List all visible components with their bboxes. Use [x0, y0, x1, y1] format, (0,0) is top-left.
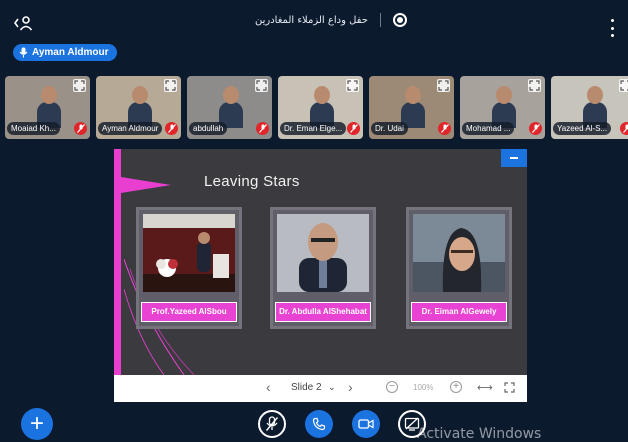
mic-off-icon — [529, 122, 542, 135]
expand-video-button[interactable] — [619, 79, 628, 92]
meeting-title: حفل وداع الزملاء المغادرين — [255, 14, 368, 26]
star-photo-1 — [143, 214, 235, 292]
expand-icon — [165, 80, 176, 91]
participant-figure — [219, 84, 243, 128]
mic-off-icon — [620, 122, 628, 135]
slide-accent-arrow — [121, 177, 171, 193]
star-name-1: Prof.Yazeed AlSbou — [141, 302, 237, 322]
participant-name: Moaiad Kh... — [7, 122, 60, 135]
participant-figure — [492, 84, 516, 128]
zoom-in-button[interactable]: + — [450, 381, 462, 393]
fit-to-width-button[interactable]: ⟷ — [477, 381, 493, 394]
mic-off-icon — [165, 122, 178, 135]
star-name-3: Dr. Eiman AlGewely — [411, 302, 507, 322]
next-slide-button[interactable]: › — [348, 379, 353, 395]
fullscreen-button[interactable] — [504, 382, 515, 396]
participant-figure — [37, 84, 61, 128]
participant-tile[interactable]: Dr. Eman Elge... — [278, 76, 363, 139]
participant-name: Dr. Eman Elge... — [280, 122, 347, 135]
talking-indicator: Ayman Aldmour — [13, 44, 117, 61]
expand-icon — [74, 80, 85, 91]
mic-off-icon — [74, 122, 87, 135]
slide-accent-bar — [114, 149, 121, 375]
camera-toggle-button[interactable] — [352, 410, 380, 438]
participant-figure — [128, 84, 152, 128]
participant-figure — [583, 84, 607, 128]
participant-name: abdullah — [189, 122, 228, 135]
participant-name: Ayman Aldmour — [98, 122, 163, 135]
expand-video-button[interactable] — [346, 79, 359, 92]
record-button[interactable] — [392, 13, 407, 27]
participant-tile[interactable]: Moaiad Kh... — [5, 76, 90, 139]
expand-video-button[interactable] — [164, 79, 177, 92]
star-card-2: Dr. Abdulla AlShehabat — [270, 207, 376, 329]
minimize-presentation-button[interactable] — [501, 149, 527, 167]
mic-icon — [19, 47, 28, 58]
plus-icon: + — [29, 410, 44, 437]
presentation-slide: Leaving Stars Prof.Yazeed AlSbou Dr. Abd… — [114, 149, 527, 375]
expand-icon — [438, 80, 449, 91]
mic-off-icon — [256, 122, 269, 135]
mic-off-icon — [438, 122, 451, 135]
participant-name: Mohamad ... — [462, 122, 515, 135]
expand-video-button[interactable] — [437, 79, 450, 92]
expand-icon — [529, 80, 540, 91]
top-bar: حفل وداع الزملاء المغادرين — [0, 0, 628, 40]
more-options-button[interactable] — [608, 19, 616, 37]
mic-muted-icon — [265, 416, 279, 431]
expand-video-button[interactable] — [528, 79, 541, 92]
mic-off-icon — [347, 122, 360, 135]
minimize-icon — [510, 157, 518, 159]
camera-icon — [358, 419, 374, 429]
slide-navigation-bar: ‹ Slide 2 ⌄ › − 100% + ⟷ — [114, 375, 527, 402]
expand-icon — [620, 80, 628, 91]
expand-video-button[interactable] — [73, 79, 86, 92]
add-actions-button[interactable]: + — [21, 408, 53, 440]
users-button[interactable] — [14, 14, 36, 32]
participant-name: Dr. Udai — [371, 122, 408, 135]
slide-title: Leaving Stars — [204, 173, 300, 190]
fullscreen-icon — [504, 382, 515, 393]
participant-figure — [310, 84, 334, 128]
star-card-1: Prof.Yazeed AlSbou — [136, 207, 242, 329]
meeting-title-group: حفل وداع الزملاء المغادرين — [255, 13, 407, 27]
record-icon — [396, 17, 403, 23]
zoom-out-button[interactable]: − — [386, 381, 398, 393]
participant-tile[interactable]: Dr. Udai — [369, 76, 454, 139]
zoom-level: 100% — [413, 383, 434, 392]
activate-windows-watermark: Activate Windows — [417, 426, 542, 442]
star-photo-2 — [277, 214, 369, 292]
slide-selector[interactable]: Slide 2 — [291, 382, 322, 393]
previous-slide-button[interactable]: ‹ — [266, 379, 271, 395]
participant-tile[interactable]: abdullah — [187, 76, 272, 139]
participant-tile[interactable]: Ayman Aldmour — [96, 76, 181, 139]
star-photo-3 — [413, 214, 505, 292]
participant-tile[interactable]: Mohamad ... — [460, 76, 545, 139]
title-separator — [379, 13, 381, 27]
audio-phone-button[interactable] — [305, 410, 333, 438]
more-vertical-icon — [610, 19, 614, 22]
chevron-down-icon[interactable]: ⌄ — [328, 382, 336, 393]
microphone-toggle-button[interactable] — [258, 410, 286, 438]
star-name-2: Dr. Abdulla AlShehabat — [275, 302, 371, 322]
star-card-3: Dr. Eiman AlGewely — [406, 207, 512, 329]
participant-tile[interactable]: Yazeed Al-S... — [551, 76, 628, 139]
expand-icon — [347, 80, 358, 91]
users-icon — [14, 16, 33, 31]
participant-strip: Moaiad Kh... Ayman Aldmour abdullah Dr. Ema… — [5, 76, 628, 140]
expand-video-button[interactable] — [255, 79, 268, 92]
participant-name: Yazeed Al-S... — [553, 122, 612, 135]
participant-figure — [401, 84, 425, 128]
phone-icon — [312, 417, 326, 431]
talking-name: Ayman Aldmour — [32, 47, 109, 58]
expand-icon — [256, 80, 267, 91]
